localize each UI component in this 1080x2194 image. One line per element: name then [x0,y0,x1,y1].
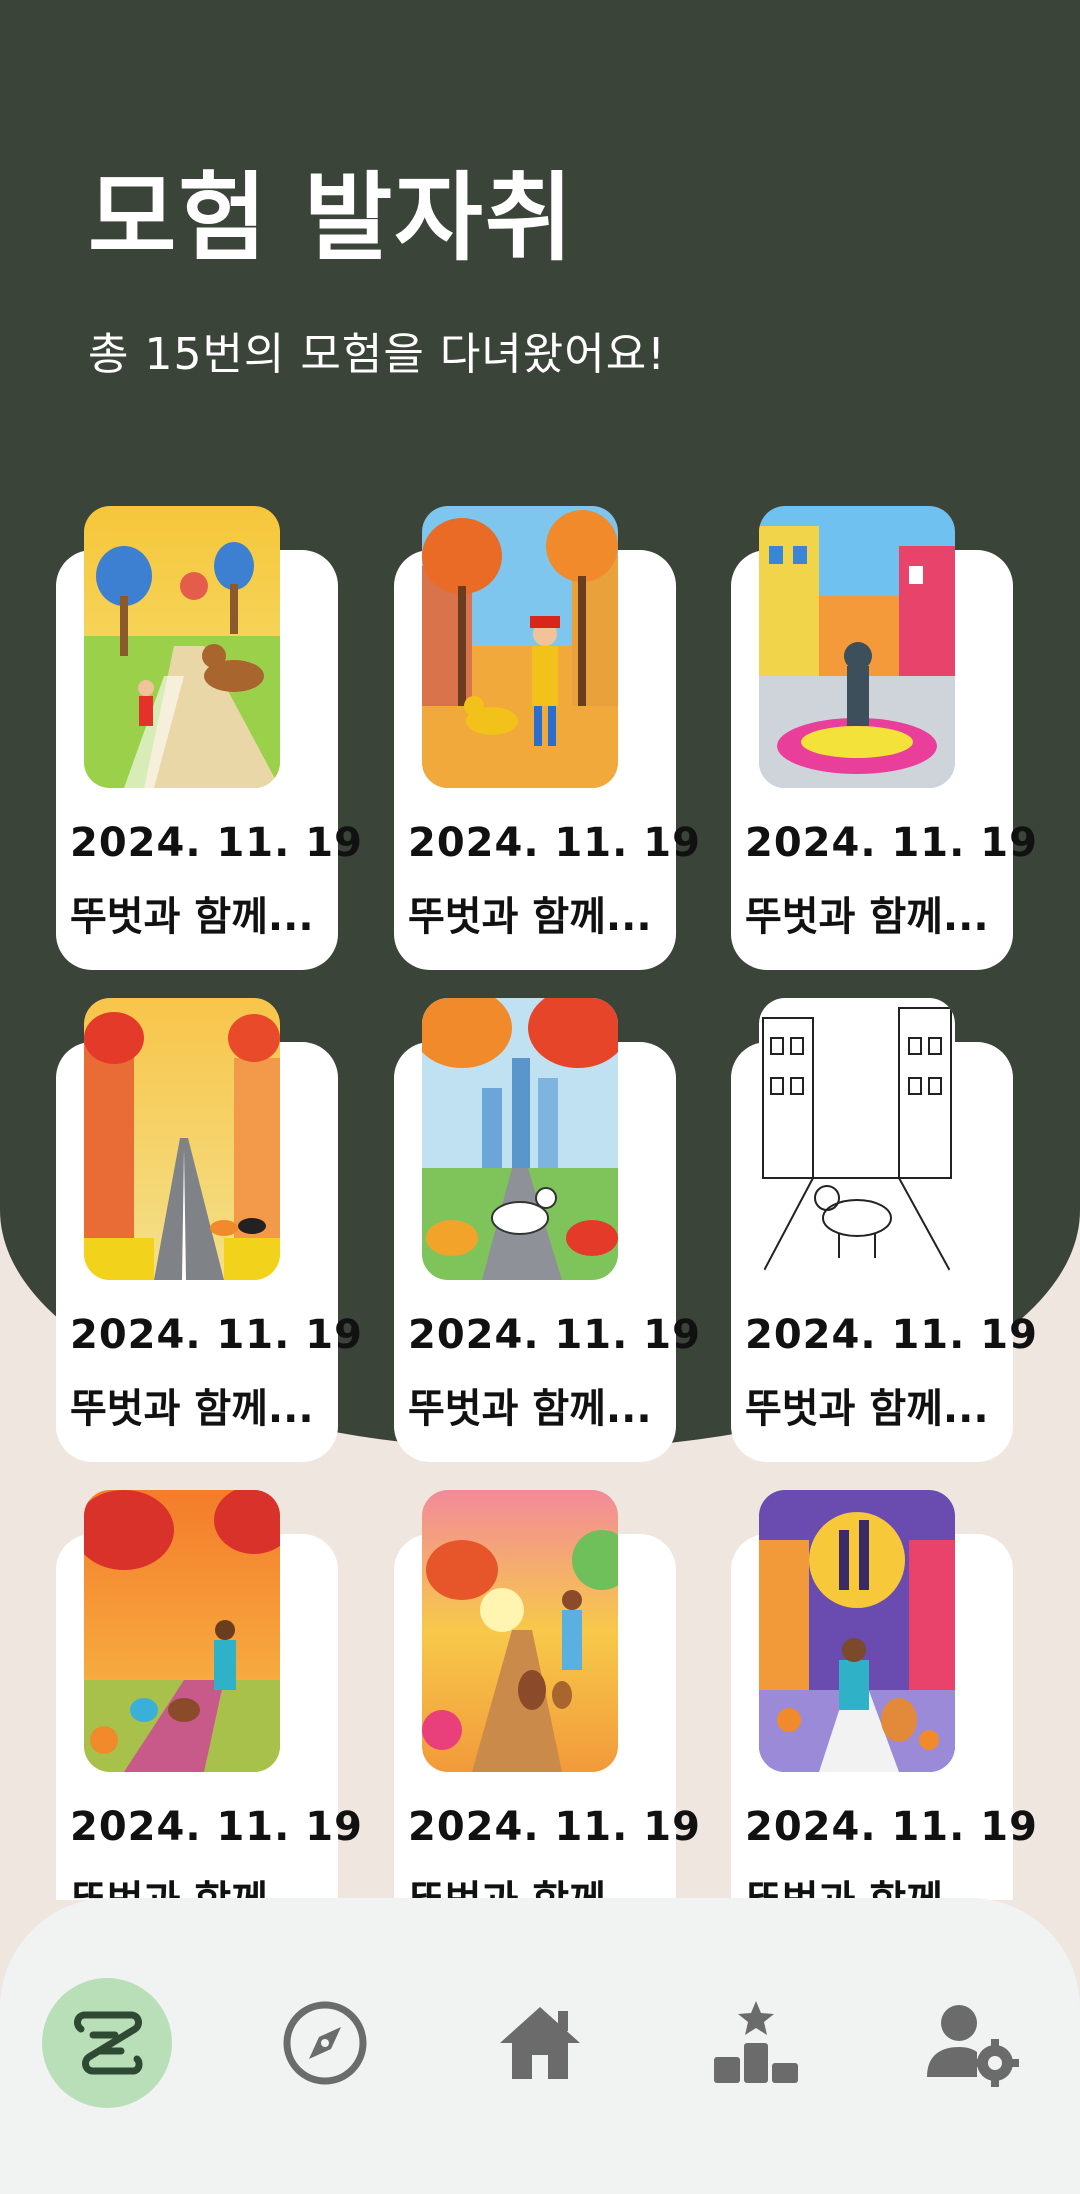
nav-ranking[interactable] [691,1978,821,2108]
adventure-thumbnail[interactable] [759,1490,955,1772]
nav-explore[interactable] [260,1978,390,2108]
adventure-grid: 2024. 11. 19 뚜벗과 함께... 2024. 11. 19 뚜벗과 … [0,0,1080,1900]
compass-icon [283,2001,367,2085]
adventure-thumbnail[interactable] [422,506,618,788]
adventure-date: 2024. 11. 19 [70,1312,363,1358]
adventure-date: 2024. 11. 19 [408,1804,701,1850]
adventure-caption: 뚜벗과 함께... [70,894,314,940]
adventure-date: 2024. 11. 19 [745,820,1038,866]
bottom-navigation [0,1898,1080,2194]
adventure-date: 2024. 11. 19 [70,1804,363,1850]
adventure-caption: 뚜벗과 함께... [408,1386,652,1432]
adventure-date: 2024. 11. 19 [745,1312,1038,1358]
scroll-icon [74,2011,143,2075]
user-settings-icon [927,2005,1019,2087]
adventure-thumbnail[interactable] [759,998,955,1280]
adventure-thumbnail[interactable] [422,1490,618,1772]
adventure-caption: 뚜벗과 함께... [745,1386,989,1432]
nav-home[interactable] [475,1978,605,2108]
adventure-date: 2024. 11. 19 [70,820,363,866]
adventure-caption: 뚜벗과 함께... [745,894,989,940]
adventure-caption: 뚜벗과 함께... [408,894,652,940]
nav-adventure-log[interactable] [42,1978,172,2108]
leaderboard-icon [714,2001,798,2083]
adventure-date: 2024. 11. 19 [408,820,701,866]
adventure-thumbnail[interactable] [84,1490,280,1772]
adventure-date: 2024. 11. 19 [408,1312,701,1358]
adventure-caption: 뚜벗과 함께... [70,1386,314,1432]
adventure-thumbnail[interactable] [422,998,618,1280]
adventure-caption: 뚜벗과 함께 [70,1868,326,1900]
adventure-date: 2024. 11. 19 [745,1804,1038,1850]
adventure-caption: 뚜벗과 함께 [408,1868,664,1900]
home-icon [500,2007,580,2079]
nav-profile-settings[interactable] [906,1978,1036,2108]
adventure-thumbnail[interactable] [759,506,955,788]
adventure-caption: 뚜벗과 함께 [745,1868,1001,1900]
adventure-thumbnail[interactable] [84,998,280,1280]
adventure-thumbnail[interactable] [84,506,280,788]
